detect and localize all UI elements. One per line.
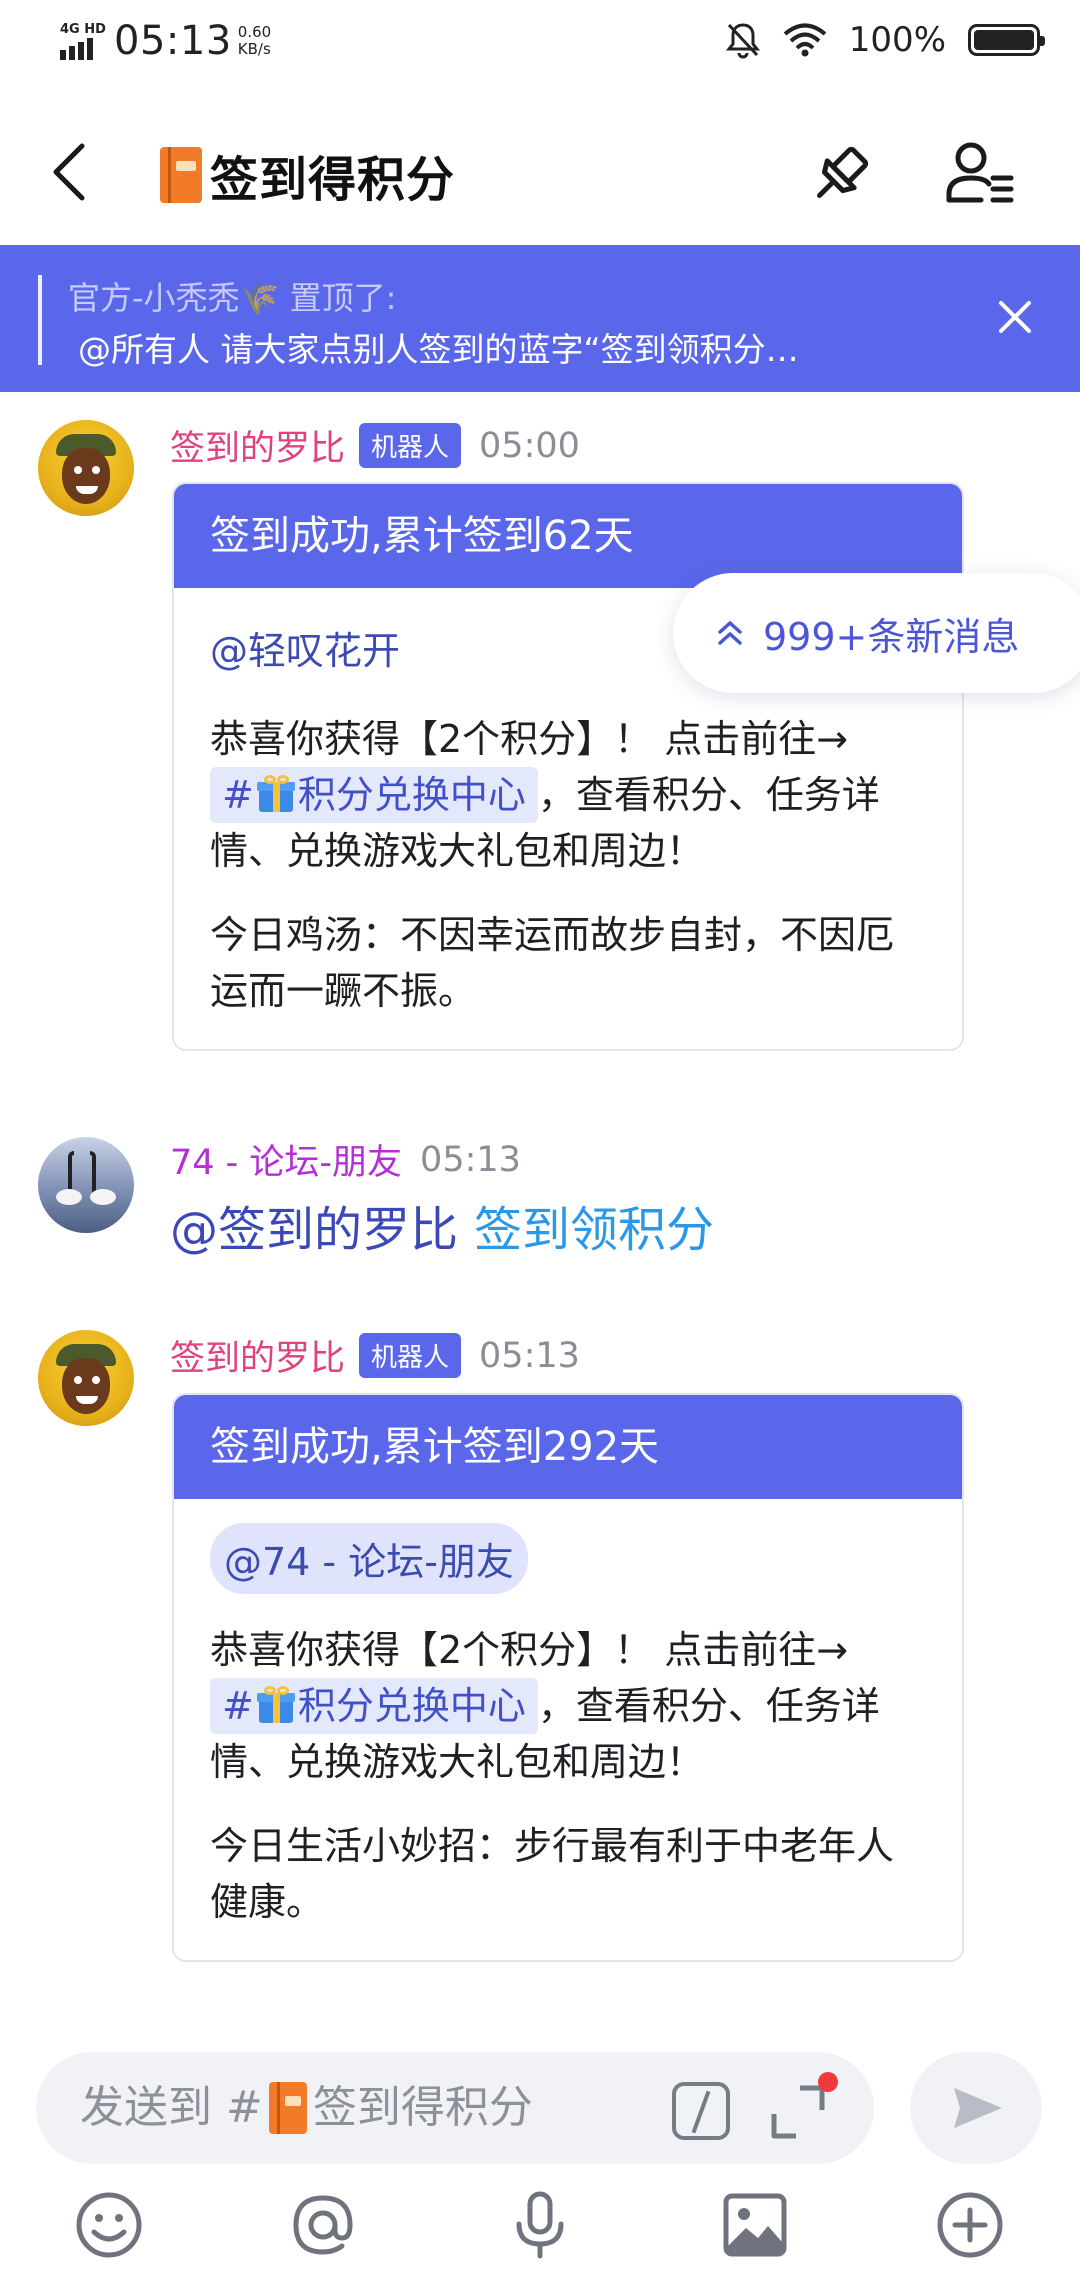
page-title: 签到得积分 [210,152,456,208]
microphone-icon[interactable] [505,2190,575,2260]
user-mention[interactable]: @74 - 论坛-朋友 [210,1523,528,1594]
sender-name[interactable]: 签到的罗比 [170,1330,345,1381]
network-type: 4G HD [60,22,106,37]
para-text: 恭喜你获得【2个积分】！ 点击前往→ [210,717,849,761]
close-icon[interactable] [995,297,1035,337]
speed-unit: KB/s [237,40,271,58]
checkin-card: 签到成功,累计签到62天 @轻叹花开 恭喜你获得【2个积分】！ 点击前往→ # … [172,482,964,1051]
card-paragraph: 恭喜你获得【2个积分】！ 点击前往→ # 积分兑换中心 ，查看积分、任务详情、兑换… [210,1622,926,1790]
user-mention[interactable]: @签到的罗比 [170,1202,458,1258]
avatar[interactable] [38,420,134,516]
new-messages-button[interactable]: 999+条新消息 [673,573,1080,693]
channel-link-text: 积分兑换中心 [297,773,526,817]
book-icon [268,2082,307,2134]
gift-icon [256,774,296,814]
pinned-meta: 官方-小秃秃🌾 置顶了: [68,279,397,317]
channel-link-text: 积分兑换中心 [297,1684,526,1728]
send-icon [954,2088,1002,2128]
send-button[interactable] [910,2052,1042,2164]
avatar[interactable] [38,1137,134,1233]
slash-command-icon[interactable] [672,2082,730,2140]
channel-link[interactable]: # 积分兑换中心 [210,767,538,823]
double-chevron-up-icon [718,621,742,645]
new-messages-label: 999+条新消息 [763,614,1020,659]
card-paragraph: 恭喜你获得【2个积分】！ 点击前往→ # 积分兑换中心 ，查看积分、任务详情、兑换… [210,711,926,879]
pinned-text: @所有人 请大家点别人签到的蓝字“签到领积分… [78,330,799,369]
sender-name[interactable]: 74 - 论坛-朋友 [170,1134,402,1185]
composer: 发送到 # 签到得积分 [0,2030,1080,2280]
message-input[interactable]: 发送到 # 签到得积分 [36,2052,874,2164]
placeholder-prefix: 发送到 # [80,2082,263,2133]
channel-link[interactable]: # 积分兑换中心 [210,1678,538,1734]
user-mention[interactable]: @轻叹花开 [210,612,400,683]
back-icon[interactable] [42,140,102,204]
gift-icon [256,1685,296,1725]
sender-name[interactable]: 签到的罗比 [170,420,345,471]
battery-percent: 100% [848,20,946,60]
card-paragraph: 今日生活小妙招：步行最有利于中老年人健康。 [210,1824,895,1924]
message-time: 05:00 [479,425,580,466]
status-time: 05:13 [114,18,232,64]
status-bar: 4G HD 05:13 0.60 KB/s 100% [0,0,1080,90]
members-icon[interactable] [945,138,1015,210]
expand-icon[interactable] [766,2072,838,2144]
bot-badge: 机器人 [359,423,462,468]
card-paragraph: 今日鸡汤：不因幸运而故步自封，不因厄运而一蹶不振。 [210,913,895,1013]
message-text: @签到的罗比 签到领积分 [170,1190,714,1260]
pinned-message-banner[interactable]: 官方-小秃秃🌾 置顶了: @所有人 请大家点别人签到的蓝字“签到领积分… [0,245,1080,392]
command-link[interactable]: 签到领积分 [474,1202,714,1258]
network-speed: 0.60 KB/s [238,24,271,58]
message-time: 05:13 [420,1139,521,1180]
signal-icon: 4G HD [58,20,106,62]
speed-value: 0.60 [237,23,272,41]
avatar[interactable] [38,1330,134,1426]
channel-title[interactable]: 签到得积分 [160,140,455,210]
message-header: 签到的罗比 机器人 05:13 [170,1330,580,1381]
input-placeholder: 发送到 # 签到得积分 [80,2052,533,2164]
pinned-accent-bar [38,275,42,365]
at-icon[interactable] [288,2190,358,2260]
emoji-icon[interactable] [74,2190,144,2260]
pin-icon[interactable] [805,140,875,210]
checkin-card: 签到成功,累计签到292天 @74 - 论坛-朋友 恭喜你获得【2个积分】！ 点… [172,1393,964,1962]
placeholder-channel: 签到得积分 [312,2082,533,2133]
battery-icon [968,24,1045,56]
chat-header: 签到得积分 [0,100,1080,245]
para-text: 恭喜你获得【2个积分】！ 点击前往→ [210,1628,849,1672]
wifi-icon [783,23,827,57]
message-header: 74 - 论坛-朋友 05:13 [170,1134,521,1185]
image-icon[interactable] [720,2190,790,2260]
plus-icon[interactable] [935,2190,1005,2260]
book-icon [160,147,202,203]
message-time: 05:13 [479,1335,580,1376]
card-title: 签到成功,累计签到292天 [174,1395,962,1499]
message-header: 签到的罗比 机器人 05:00 [170,420,580,471]
mute-bell-icon [725,23,760,59]
bot-badge: 机器人 [359,1333,462,1378]
composer-toolbar [0,2180,1080,2270]
